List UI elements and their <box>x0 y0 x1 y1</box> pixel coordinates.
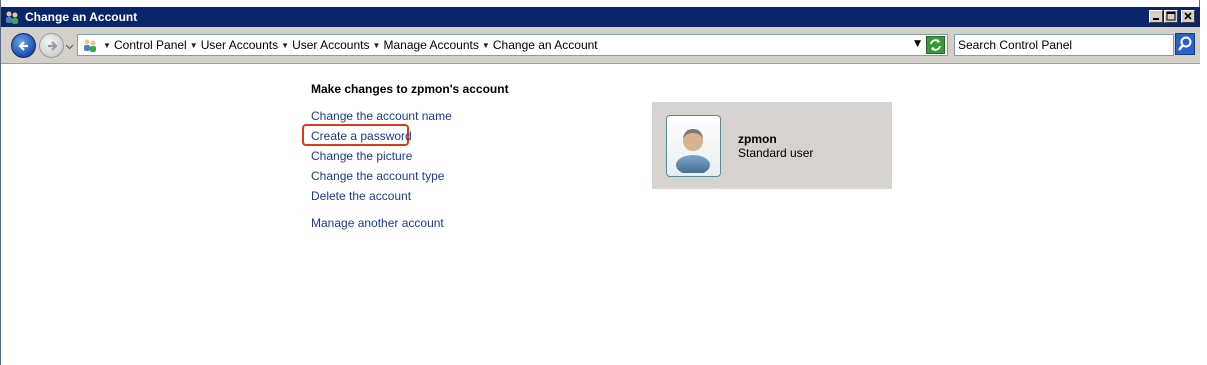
breadcrumb-chevron-icon[interactable]: ▼ <box>187 41 201 50</box>
breadcrumb-manage-accounts[interactable]: Manage Accounts <box>383 38 478 52</box>
user-avatar-icon <box>676 129 710 173</box>
title-bar[interactable]: Change an Account <box>1 7 1201 27</box>
search-icon <box>1178 36 1192 51</box>
page-title: Make changes to zpmon's account <box>311 82 509 96</box>
breadcrumb-change-account[interactable]: Change an Account <box>493 38 598 52</box>
address-bar[interactable]: ▼ Control Panel ▼ User Accounts ▼ User A… <box>77 34 948 56</box>
breadcrumb-user-accounts-sub[interactable]: User Accounts <box>292 38 369 52</box>
minimize-icon <box>1153 18 1159 20</box>
breadcrumb-control-panel[interactable]: Control Panel <box>114 38 187 52</box>
user-type: Standard user <box>738 146 814 160</box>
refresh-icon <box>930 39 941 51</box>
forward-arrow-icon <box>48 41 58 51</box>
breadcrumb-chevron-icon[interactable]: ▼ <box>100 41 114 50</box>
manage-another-account-link[interactable]: Manage another account <box>311 216 444 230</box>
change-account-name-link[interactable]: Change the account name <box>311 109 452 123</box>
navigation-toolbar: ▼ Control Panel ▼ User Accounts ▼ User A… <box>1 27 1201 64</box>
search-input[interactable] <box>958 37 1158 53</box>
user-accounts-icon <box>4 9 20 25</box>
close-button[interactable] <box>1181 10 1195 23</box>
forward-button[interactable] <box>39 33 64 58</box>
breadcrumb-chevron-icon[interactable]: ▼ <box>278 41 292 50</box>
change-picture-link[interactable]: Change the picture <box>311 149 412 163</box>
breadcrumb-chevron-icon[interactable]: ▼ <box>369 41 383 50</box>
control-panel-icon <box>82 37 98 53</box>
refresh-button[interactable] <box>926 36 945 54</box>
maximize-button[interactable] <box>1164 10 1178 23</box>
main-content: Make changes to zpmon's account Change t… <box>1 64 1201 365</box>
delete-account-link[interactable]: Delete the account <box>311 189 411 203</box>
back-button[interactable] <box>11 33 36 58</box>
breadcrumb-chevron-icon[interactable]: ▼ <box>479 41 493 50</box>
address-dropdown-icon[interactable]: ▼ <box>914 39 921 49</box>
user-card: zpmon Standard user <box>652 102 892 189</box>
window-title: Change an Account <box>25 10 138 24</box>
maximize-icon <box>1166 11 1176 21</box>
user-name: zpmon <box>738 132 777 146</box>
search-button[interactable] <box>1175 33 1195 55</box>
history-dropdown-icon[interactable] <box>65 41 74 50</box>
breadcrumb-user-accounts[interactable]: User Accounts <box>201 38 278 52</box>
avatar <box>666 115 721 177</box>
create-password-link[interactable]: Create a password <box>311 129 412 143</box>
control-panel-window: Change an Account ▼ Control Panel ▼ User… <box>0 0 1201 365</box>
right-edge <box>1200 0 1207 365</box>
search-box <box>954 34 1174 56</box>
close-icon <box>1184 12 1192 20</box>
change-account-type-link[interactable]: Change the account type <box>311 169 444 183</box>
breadcrumb: ▼ Control Panel ▼ User Accounts ▼ User A… <box>100 38 598 52</box>
back-arrow-icon <box>18 41 28 51</box>
minimize-button[interactable] <box>1149 10 1163 23</box>
